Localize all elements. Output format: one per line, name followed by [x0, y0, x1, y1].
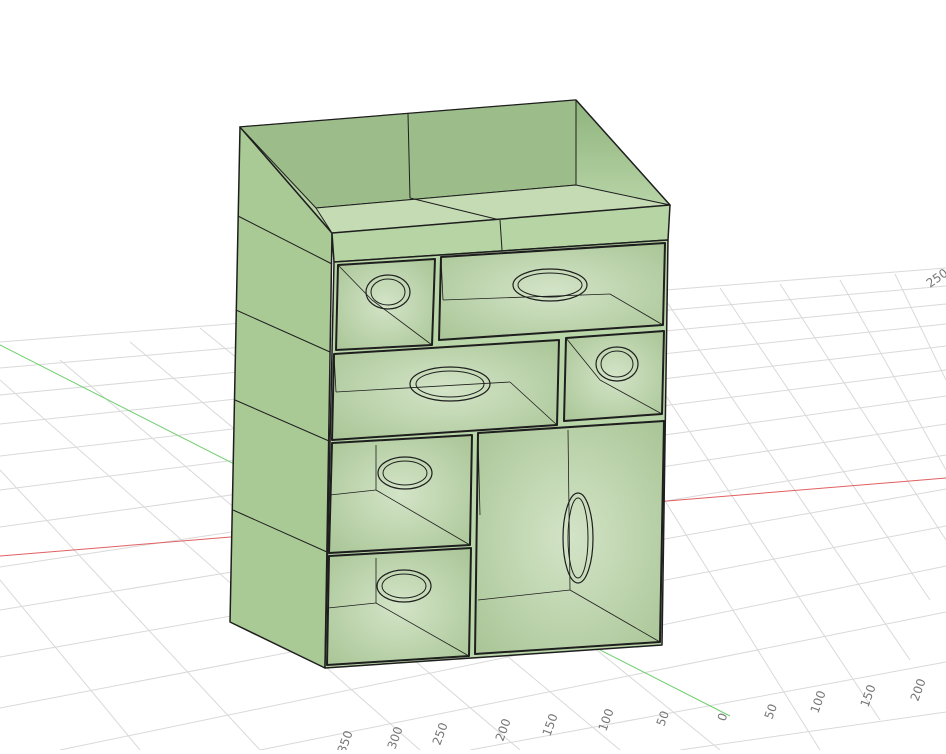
drawer-compartment — [563, 330, 665, 422]
ruler-label: 0 — [715, 711, 731, 723]
ruler-label: 150 — [858, 683, 879, 709]
drawer-compartment — [326, 547, 472, 666]
ruler-label: 200 — [493, 717, 514, 743]
ruler-label: 100 — [808, 689, 829, 715]
ruler-label: 250 — [430, 721, 451, 747]
ruler-label: 300 — [385, 725, 406, 750]
ruler-label: 350 — [335, 729, 356, 750]
ruler-label: 100 — [596, 707, 617, 733]
ruler-label: 200 — [908, 677, 929, 703]
drawer-compartment — [328, 434, 473, 554]
viewport-canvas[interactable]: 0 50 100 150 200 250 300 350 50 100 150 … — [0, 0, 946, 754]
drawer-row-4 — [326, 547, 472, 666]
desk-organizer-model[interactable] — [229, 99, 671, 669]
3d-viewport[interactable]: 0 50 100 150 200 250 300 350 50 100 150 … — [0, 0, 946, 754]
ruler-right: 50 100 150 200 — [762, 677, 929, 721]
drawer-compartment — [438, 242, 666, 341]
ruler-label: 50 — [762, 702, 780, 721]
ruler-label: 50 — [654, 709, 672, 728]
